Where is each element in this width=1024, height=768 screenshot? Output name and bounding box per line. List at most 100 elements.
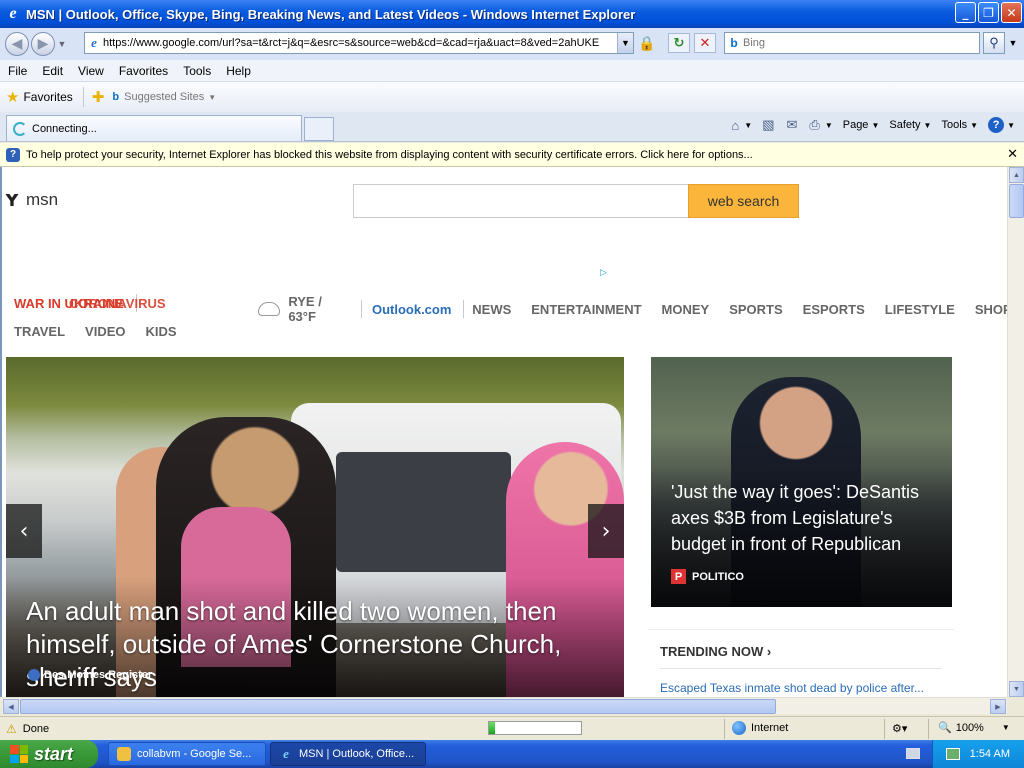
menu-help[interactable]: Help: [218, 64, 258, 78]
stop-button[interactable]: ✕: [694, 33, 716, 53]
menu-tools[interactable]: Tools: [175, 64, 218, 78]
keyboard-icon[interactable]: [906, 748, 920, 759]
side-story-headline[interactable]: 'Just the way it goes': DeSantis axes $3…: [671, 479, 941, 557]
read-mail-button[interactable]: ✉: [784, 117, 803, 133]
side-story-card[interactable]: 'Just the way it goes': DeSantis axes $3…: [651, 357, 952, 607]
menu-file[interactable]: File: [0, 64, 34, 78]
nav-money[interactable]: MONEY: [662, 302, 710, 317]
forward-button[interactable]: ▶: [31, 32, 55, 56]
zoom-control[interactable]: 🔍 100% ▼: [938, 721, 1010, 735]
close-info-bar-icon[interactable]: ✕: [1007, 147, 1018, 162]
print-button[interactable]: ⎙ ▼: [806, 117, 835, 133]
security-info-bar[interactable]: ? To help protect your security, Interne…: [0, 143, 1024, 167]
suggested-sites-button[interactable]: b Suggested Sites ▼: [112, 91, 216, 103]
protected-mode-icon[interactable]: ⚙▾: [892, 722, 907, 735]
outlook-link[interactable]: Outlook.com: [372, 302, 451, 317]
side-story-source: P POLITICO: [671, 569, 744, 584]
clock[interactable]: 1:54 AM: [970, 748, 1010, 760]
back-button[interactable]: ◀: [5, 32, 29, 56]
warning-icon: ⚠: [6, 721, 17, 736]
page-menu-label: Page: [842, 119, 869, 131]
nav-entertainment[interactable]: ENTERTAINMENT: [531, 302, 641, 317]
loading-progress-bar: [488, 721, 582, 735]
lock-icon[interactable]: 🔒: [636, 33, 658, 53]
loading-icon: [13, 121, 27, 136]
system-tray: 1:54 AM: [932, 740, 1024, 768]
web-search-button[interactable]: web search: [688, 184, 799, 218]
carousel-prev-button[interactable]: ‹: [6, 504, 42, 558]
nav-war-in-ukraine[interactable]: WAR IN UKRAINE CORONAVIRUS: [14, 296, 166, 311]
nav-row-primary: WAR IN UKRAINE CORONAVIRUS: [14, 294, 166, 312]
scroll-down-icon[interactable]: ▼: [1009, 681, 1024, 697]
help-menu[interactable]: ? ▼: [985, 117, 1018, 133]
address-bar[interactable]: e https://www.google.com/url?sa=t&rct=j&…: [84, 32, 634, 54]
history-dropdown-icon[interactable]: ▼: [55, 39, 69, 49]
nav-news[interactable]: NEWS: [472, 302, 511, 317]
minimize-button[interactable]: _: [955, 2, 976, 23]
chevron-right-icon: ›: [766, 644, 772, 659]
chevron-down-icon: ▼: [1001, 723, 1010, 732]
nav-coronavirus[interactable]: CORONAVIRUS: [69, 296, 166, 311]
address-row: ◀ ▶ ▼ e https://www.google.com/url?sa=t&…: [0, 28, 1024, 60]
carousel-next-button[interactable]: ›: [588, 504, 624, 558]
refresh-button[interactable]: ↻: [668, 33, 690, 53]
vertical-scroll-thumb[interactable]: [1009, 184, 1024, 218]
close-button[interactable]: ✕: [1001, 2, 1022, 23]
start-button[interactable]: start: [0, 740, 98, 768]
nav-sports[interactable]: SPORTS: [729, 302, 782, 317]
favorites-button[interactable]: ★ Favorites: [6, 88, 73, 106]
nav-kids[interactable]: KIDS: [146, 324, 177, 339]
bing-search-input[interactable]: [743, 37, 963, 49]
hero-photo-window: [336, 452, 511, 572]
help-icon: ?: [988, 117, 1005, 133]
tools-menu[interactable]: Tools ▼: [938, 119, 981, 131]
network-icon[interactable]: [945, 748, 960, 760]
horizontal-scroll-thumb[interactable]: [20, 699, 776, 714]
web-search-input[interactable]: [353, 184, 689, 218]
feeds-button[interactable]: ▧: [759, 117, 779, 133]
nav-travel[interactable]: TRAVEL: [14, 324, 65, 339]
address-url[interactable]: https://www.google.com/url?sa=t&rct=j&q=…: [103, 37, 617, 49]
nav-video[interactable]: VIDEO: [85, 324, 125, 339]
nav-lifestyle[interactable]: LIFESTYLE: [885, 302, 955, 317]
trending-header[interactable]: TRENDING NOW ›: [660, 644, 771, 659]
bing-icon: b: [112, 91, 120, 103]
horizontal-scrollbar[interactable]: ◀ ▶: [2, 697, 1007, 714]
menu-favorites[interactable]: Favorites: [111, 64, 175, 78]
new-tab-button[interactable]: [304, 117, 334, 141]
search-options-icon[interactable]: ▼: [1006, 32, 1020, 54]
taskbar-item-collabvm[interactable]: collabvm - Google Se...: [108, 742, 266, 766]
progress-fill: [489, 722, 495, 734]
scroll-right-icon[interactable]: ▶: [990, 699, 1006, 714]
address-dropdown-icon[interactable]: ▼: [617, 33, 633, 53]
vertical-scrollbar[interactable]: ▲ ▼: [1007, 167, 1024, 697]
add-favorite-icon[interactable]: ✚: [92, 88, 105, 106]
weather-widget[interactable]: RYE / 63°F Outlook.com NEWS ENTERTAINMEN…: [258, 294, 1024, 324]
title-bar[interactable]: e MSN | Outlook, Office, Skype, Bing, Br…: [0, 0, 1024, 28]
safety-menu[interactable]: Safety ▼: [886, 119, 934, 131]
search-icon[interactable]: ⚲: [983, 32, 1005, 54]
home-button[interactable]: ⌂ ▼: [728, 118, 755, 133]
bing-search-box[interactable]: b: [724, 32, 980, 54]
scroll-up-icon[interactable]: ▲: [1009, 167, 1024, 183]
nav-esports[interactable]: ESPORTS: [803, 302, 865, 317]
taskbar-item-label: collabvm - Google Se...: [137, 748, 252, 760]
page-menu[interactable]: Page ▼: [840, 119, 883, 131]
msn-logo[interactable]: ʏ msn: [4, 187, 58, 212]
safety-menu-label: Safety: [889, 119, 921, 131]
security-zone-label: Internet: [751, 722, 789, 734]
tab-connecting[interactable]: Connecting...: [6, 115, 302, 141]
hero-carousel[interactable]: An adult man shot and killed two women, …: [6, 357, 624, 697]
taskbar-item-msn[interactable]: e MSN | Outlook, Office...: [270, 742, 426, 766]
window-controls: _ ❐ ✕: [955, 2, 1022, 23]
scroll-left-icon[interactable]: ◀: [3, 699, 19, 714]
security-zone[interactable]: Internet: [732, 721, 788, 735]
status-text: Done: [22, 722, 50, 735]
info-bar-message[interactable]: To help protect your security, Internet …: [26, 149, 753, 161]
menu-view[interactable]: View: [70, 64, 111, 78]
restore-button[interactable]: ❐: [978, 2, 999, 23]
menu-edit[interactable]: Edit: [34, 64, 70, 78]
ad-choices-icon[interactable]: ▷: [600, 267, 607, 278]
trending-item[interactable]: Escaped Texas inmate shot dead by police…: [660, 681, 924, 695]
bing-icon: b: [730, 36, 738, 50]
